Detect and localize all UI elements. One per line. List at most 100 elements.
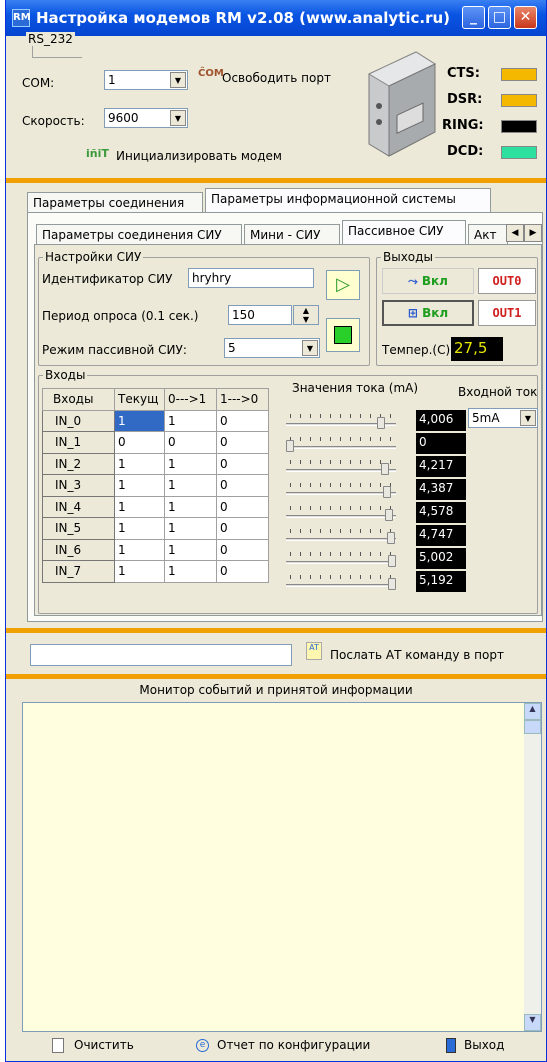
com-select[interactable]: 1 ▼ bbox=[104, 70, 188, 90]
input-name-cell[interactable]: IN_4 bbox=[42, 495, 115, 518]
speed-select[interactable]: 9600 ▼ bbox=[104, 108, 188, 128]
stop-button[interactable] bbox=[326, 318, 360, 352]
switch-icon: ⤳ bbox=[408, 274, 422, 288]
close-button[interactable]: ✕ bbox=[514, 6, 537, 29]
fall-count-cell[interactable]: 0 bbox=[216, 474, 269, 497]
fall-count-cell[interactable]: 0 bbox=[216, 495, 269, 518]
table-row[interactable]: IN_5 1 1 0 bbox=[42, 517, 269, 540]
rise-count-cell[interactable]: 1 bbox=[164, 517, 217, 540]
scroll-up-icon[interactable]: ▲ bbox=[524, 703, 541, 720]
table-row[interactable]: IN_4 1 1 0 bbox=[42, 495, 269, 518]
current-state-cell[interactable]: 0 bbox=[114, 431, 165, 454]
play-button[interactable]: ▷ bbox=[326, 270, 360, 300]
rise-count-cell[interactable]: 1 bbox=[164, 495, 217, 518]
scroll-down-icon[interactable]: ▼ bbox=[524, 1014, 541, 1031]
init-modem-button[interactable]: Инициализировать модем bbox=[116, 149, 282, 163]
slider-tick bbox=[360, 529, 361, 533]
fall-count-cell[interactable]: 0 bbox=[216, 560, 269, 583]
send-at-command-button[interactable]: Послать АТ команду в порт bbox=[330, 648, 504, 662]
input-name-cell[interactable]: IN_5 bbox=[42, 517, 115, 540]
cts-indicator bbox=[501, 68, 537, 81]
slider-thumb[interactable] bbox=[387, 532, 395, 544]
monitor-textarea[interactable]: ▲ ▼ bbox=[22, 702, 542, 1032]
slider-thumb[interactable] bbox=[377, 417, 385, 429]
siu-id-input[interactable]: hryhry bbox=[188, 268, 314, 288]
current-value: 5,002 bbox=[416, 548, 466, 569]
passive-mode-select[interactable]: 5 ▼ bbox=[224, 338, 320, 358]
tab-connection-params[interactable]: Параметры соединения bbox=[27, 192, 203, 214]
table-row[interactable]: IN_6 1 1 0 bbox=[42, 538, 269, 561]
config-report-button[interactable]: e Отчет по конфигурации bbox=[196, 1038, 370, 1052]
slider-thumb[interactable] bbox=[388, 555, 396, 567]
current-slider[interactable] bbox=[286, 456, 396, 477]
poll-period-spinner[interactable]: ▲ ▼ bbox=[293, 305, 319, 325]
fall-count-cell[interactable]: 0 bbox=[216, 538, 269, 561]
tab-mini-siu[interactable]: Мини - СИУ bbox=[244, 224, 340, 246]
at-command-input[interactable] bbox=[30, 644, 292, 666]
current-slider[interactable] bbox=[286, 525, 396, 546]
table-row[interactable]: IN_1 0 0 0 bbox=[42, 431, 269, 454]
monitor-scrollbar[interactable]: ▲ ▼ bbox=[524, 703, 541, 1031]
current-slider[interactable] bbox=[286, 410, 396, 431]
col-header-inputs[interactable]: Входы bbox=[42, 388, 115, 411]
col-header-rise[interactable]: 0--->1 bbox=[164, 388, 217, 411]
maximize-button[interactable]: □ bbox=[488, 6, 511, 29]
tab-scroll-right[interactable]: ▶ bbox=[524, 224, 542, 242]
minimize-button[interactable]: _ bbox=[462, 6, 485, 29]
current-state-cell[interactable]: 1 bbox=[114, 474, 165, 497]
rise-count-cell[interactable]: 1 bbox=[164, 538, 217, 561]
slider-thumb[interactable] bbox=[388, 578, 396, 590]
current-state-cell[interactable]: 1 bbox=[114, 560, 165, 583]
tab-scroll-left[interactable]: ◀ bbox=[506, 224, 524, 242]
input-current-select[interactable]: 5mA ▼ bbox=[468, 408, 538, 428]
current-slider[interactable] bbox=[286, 502, 396, 523]
clear-button[interactable]: Очистить bbox=[52, 1038, 134, 1053]
fall-count-cell[interactable]: 0 bbox=[216, 452, 269, 475]
scroll-thumb[interactable] bbox=[524, 720, 541, 734]
output0-toggle-button[interactable]: ⤳ Вкл bbox=[382, 268, 474, 294]
current-slider[interactable] bbox=[286, 571, 396, 592]
slider-thumb[interactable] bbox=[286, 440, 294, 452]
rise-count-cell[interactable]: 0 bbox=[164, 431, 217, 454]
tab-siu-connection[interactable]: Параметры соединения СИУ bbox=[36, 224, 242, 246]
fall-count-cell[interactable]: 0 bbox=[216, 431, 269, 454]
col-header-fall[interactable]: 1--->0 bbox=[216, 388, 269, 411]
slider-thumb[interactable] bbox=[385, 509, 393, 521]
col-header-current[interactable]: Текущ bbox=[114, 388, 165, 411]
input-name-cell[interactable]: IN_0 bbox=[42, 409, 115, 432]
output1-toggle-button[interactable]: ⊞ Вкл bbox=[382, 300, 474, 326]
current-state-cell[interactable]: 1 bbox=[114, 517, 165, 540]
current-slider[interactable] bbox=[286, 479, 396, 500]
current-slider[interactable] bbox=[286, 548, 396, 569]
current-state-cell[interactable]: 1 bbox=[114, 452, 165, 475]
current-state-cell[interactable]: 1 bbox=[114, 538, 165, 561]
poll-period-input[interactable]: 150 bbox=[228, 305, 292, 325]
input-name-cell[interactable]: IN_6 bbox=[42, 538, 115, 561]
current-slider[interactable] bbox=[286, 433, 396, 454]
rise-count-cell[interactable]: 1 bbox=[164, 409, 217, 432]
tab-active-siu[interactable]: Акт bbox=[468, 224, 508, 246]
rise-count-cell[interactable]: 1 bbox=[164, 560, 217, 583]
rise-count-cell[interactable]: 1 bbox=[164, 474, 217, 497]
slider-thumb[interactable] bbox=[381, 463, 389, 475]
fall-count-cell[interactable]: 0 bbox=[216, 409, 269, 432]
input-name-cell[interactable]: IN_1 bbox=[42, 431, 115, 454]
exit-button[interactable]: Выход bbox=[446, 1038, 504, 1053]
release-port-button[interactable]: Освободить порт bbox=[222, 71, 331, 85]
current-state-cell[interactable]: 1 bbox=[114, 409, 165, 432]
input-name-cell[interactable]: IN_3 bbox=[42, 474, 115, 497]
input-name-cell[interactable]: IN_7 bbox=[42, 560, 115, 583]
inputs-table[interactable]: Входы Текущ 0--->1 1--->0 IN_0 1 1 0 IN_1 0 0 0… bbox=[42, 388, 269, 583]
current-state-cell[interactable]: 1 bbox=[114, 495, 165, 518]
tab-info-system-params[interactable]: Параметры информационной системы bbox=[205, 188, 491, 212]
rise-count-cell[interactable]: 1 bbox=[164, 452, 217, 475]
fall-count-cell[interactable]: 0 bbox=[216, 517, 269, 540]
slider-thumb[interactable] bbox=[383, 486, 391, 498]
table-row[interactable]: IN_3 1 1 0 bbox=[42, 474, 269, 497]
tab-passive-siu[interactable]: Пассивное СИУ bbox=[342, 220, 466, 244]
table-row[interactable]: IN_7 1 1 0 bbox=[42, 560, 269, 583]
table-row[interactable]: IN_2 1 1 0 bbox=[42, 452, 269, 475]
table-row[interactable]: IN_0 1 1 0 bbox=[42, 409, 269, 432]
slider-tick bbox=[360, 437, 361, 441]
input-name-cell[interactable]: IN_2 bbox=[42, 452, 115, 475]
